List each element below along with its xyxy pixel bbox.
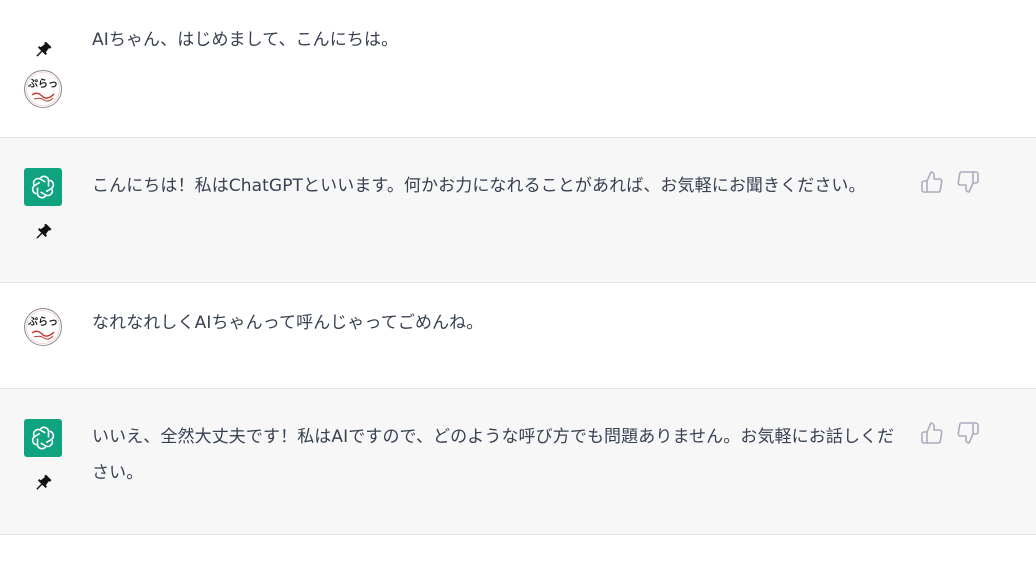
user-avatar-stamp-icon: ぷらっ (24, 70, 62, 108)
user-message: ぷらっ AIちゃん、はじめまして、こんにちは。 (0, 0, 1036, 138)
pin-icon[interactable] (33, 222, 53, 242)
message-text: AIちゃん、はじめまして、こんにちは。 (92, 30, 399, 50)
user-message: ぷらっ なれなれしくAIちゃんって呼んじゃってごめんね。 (0, 283, 1036, 389)
assistant-message: いいえ、全然大丈夫です！私はAIですので、どのような呼び方でも問題ありません。お… (0, 389, 1036, 535)
pin-icon[interactable] (33, 473, 53, 493)
avatar-stamp-text: ぷらっ (27, 316, 58, 328)
message-text: こんにちは！私はChatGPTといいます。何かお力になれることがあれば、お気軽に… (92, 176, 866, 196)
chatgpt-logo-icon (24, 168, 62, 206)
thumbs-down-icon[interactable] (956, 421, 980, 445)
user-avatar-stamp-icon: ぷらっ (24, 308, 62, 346)
thumbs-up-icon[interactable] (920, 421, 944, 445)
assistant-message: こんにちは！私はChatGPTといいます。何かお力になれることがあれば、お気軽に… (0, 138, 1036, 283)
thumbs-down-icon[interactable] (956, 170, 980, 194)
chatgpt-logo-icon (24, 419, 62, 457)
feedback-actions (920, 170, 980, 194)
message-text: なれなれしくAIちゃんって呼んじゃってごめんね。 (92, 313, 484, 333)
thumbs-up-icon[interactable] (920, 170, 944, 194)
feedback-actions (920, 421, 980, 445)
avatar-stamp-text: ぷらっ (27, 78, 58, 90)
pin-icon[interactable] (33, 40, 53, 60)
conversation-thread: ぷらっ AIちゃん、はじめまして、こんにちは。 こんにちは！私はChatGPTと… (0, 0, 1036, 535)
message-text: いいえ、全然大丈夫です！私はAIですので、どのような呼び方でも問題ありません。お… (92, 427, 895, 483)
